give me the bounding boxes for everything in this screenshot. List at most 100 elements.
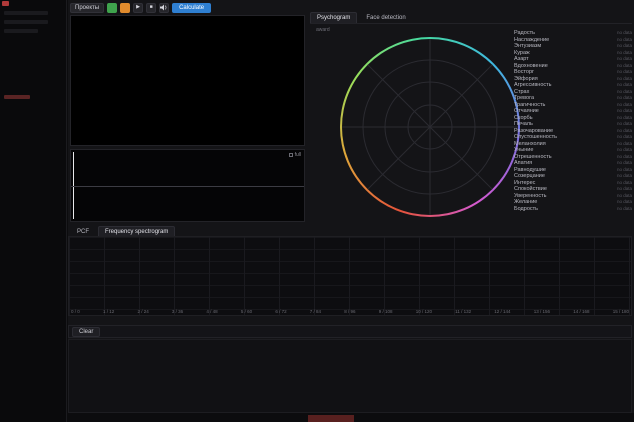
app-icon bbox=[2, 1, 9, 6]
emotion-label: Печаль bbox=[514, 121, 533, 127]
x-axis-tick-label: 12 / 144 bbox=[494, 309, 510, 314]
stop-icon: ■ bbox=[150, 5, 153, 10]
emotions-list: Радость no data Наслаждение no data Энту… bbox=[514, 30, 632, 212]
waveform-baseline bbox=[71, 186, 304, 187]
x-axis-tick-label: 6 / 72 bbox=[275, 309, 286, 314]
emotion-value: no data bbox=[617, 82, 632, 87]
x-axis-tick-label: 4 / 48 bbox=[206, 309, 217, 314]
waveform-zoom-control[interactable]: full bbox=[289, 152, 301, 158]
chart-corner-label: award bbox=[316, 27, 330, 33]
emotion-value: no data bbox=[617, 128, 632, 133]
emotion-value: no data bbox=[617, 199, 632, 204]
frequency-spectrogram[interactable]: 0 / 0 1 / 12 2 / 24 3 / 36 4 / 48 5 / 60… bbox=[68, 236, 632, 316]
emotion-value: no data bbox=[617, 95, 632, 100]
emotion-label: Отрешенность bbox=[514, 154, 552, 160]
psychogram-grid bbox=[340, 37, 520, 217]
emotion-label: Апатия bbox=[514, 160, 532, 166]
status-strip bbox=[308, 415, 354, 422]
emotion-label: Уверенность bbox=[514, 193, 547, 199]
emotion-value: no data bbox=[617, 134, 632, 139]
emotion-value: no data bbox=[617, 160, 632, 165]
emotion-value: no data bbox=[617, 154, 632, 159]
emotion-label: Восторг bbox=[514, 69, 534, 75]
emotion-value: no data bbox=[617, 121, 632, 126]
emotion-label: Страх bbox=[514, 89, 529, 95]
emotion-value: no data bbox=[617, 173, 632, 178]
emotion-label: Опустошенность bbox=[514, 134, 557, 140]
emotion-label: Разочарование bbox=[514, 128, 553, 134]
emotion-value: no data bbox=[617, 56, 632, 61]
spectrogram-x-axis: 0 / 0 1 / 12 2 / 24 3 / 36 4 / 48 5 / 60… bbox=[71, 309, 629, 314]
psychogram-chart bbox=[340, 37, 520, 217]
audio-waveform[interactable]: full bbox=[70, 149, 305, 222]
x-axis-tick-label: 9 / 108 bbox=[379, 309, 393, 314]
emotion-label: Уныние bbox=[514, 147, 533, 153]
x-axis-tick-label: 7 / 84 bbox=[310, 309, 321, 314]
log-panel bbox=[68, 339, 632, 413]
emotion-value: no data bbox=[617, 108, 632, 113]
emotion-value: no data bbox=[617, 193, 632, 198]
x-axis-tick-label: 10 / 120 bbox=[416, 309, 432, 314]
emotion-value: no data bbox=[617, 37, 632, 42]
emotion-label: Вдохновение bbox=[514, 63, 548, 69]
tab-face-detection[interactable]: Face detection bbox=[359, 12, 412, 23]
play-button[interactable]: ▶ bbox=[133, 3, 143, 13]
app-window: Проекты ▶ ■ Calculate full bbox=[0, 0, 634, 422]
checkbox-icon bbox=[289, 153, 293, 157]
emotion-value: no data bbox=[617, 30, 632, 35]
projects-button[interactable]: Проекты bbox=[70, 3, 104, 13]
emotion-label: Спокойствие bbox=[514, 186, 547, 192]
emotion-label: Кураж bbox=[514, 50, 530, 56]
stop-button[interactable]: ■ bbox=[146, 3, 156, 13]
tab-psychogram[interactable]: Psychogram bbox=[310, 12, 357, 23]
x-axis-tick-label: 11 / 132 bbox=[455, 309, 471, 314]
x-axis-tick-label: 13 / 156 bbox=[534, 309, 550, 314]
sidebar bbox=[0, 0, 67, 422]
emotion-value: no data bbox=[617, 63, 632, 68]
snapshot-button[interactable] bbox=[107, 3, 117, 13]
x-axis-tick-label: 15 / 180 bbox=[613, 309, 629, 314]
x-axis-tick-label: 2 / 24 bbox=[137, 309, 148, 314]
volume-button[interactable] bbox=[159, 3, 169, 13]
emotion-value: no data bbox=[617, 141, 632, 146]
sidebar-item[interactable] bbox=[4, 11, 48, 15]
emotion-value: no data bbox=[617, 186, 632, 191]
volume-icon bbox=[160, 4, 168, 11]
emotion-value: no data bbox=[617, 147, 632, 152]
video-preview bbox=[70, 15, 305, 146]
toolbar: Проекты ▶ ■ Calculate bbox=[70, 2, 211, 13]
clear-button[interactable]: Clear bbox=[72, 327, 100, 337]
record-button[interactable] bbox=[120, 3, 130, 13]
emotion-value: no data bbox=[617, 180, 632, 185]
calculate-button[interactable]: Calculate bbox=[172, 3, 211, 13]
emotion-label: Равнодушие bbox=[514, 167, 546, 173]
emotion-value: no data bbox=[617, 89, 632, 94]
emotion-label: Эйфория bbox=[514, 76, 538, 82]
emotion-label: Интерес bbox=[514, 180, 535, 186]
emotion-value: no data bbox=[617, 167, 632, 172]
analysis-panel: Psychogram Face detection award bbox=[308, 12, 634, 222]
emotion-label: Бодрость bbox=[514, 206, 538, 212]
emotion-label: Отчаяние bbox=[514, 108, 539, 114]
sidebar-item[interactable] bbox=[4, 29, 38, 33]
sidebar-item-active[interactable] bbox=[4, 95, 30, 99]
emotion-label: Азарт bbox=[514, 56, 529, 62]
emotion-label: Созерцание bbox=[514, 173, 545, 179]
clear-bar: Clear bbox=[68, 325, 632, 338]
emotion-label: Энтузиазм bbox=[514, 43, 541, 49]
play-icon: ▶ bbox=[136, 5, 140, 10]
x-axis-tick-label: 5 / 60 bbox=[241, 309, 252, 314]
emotion-value: no data bbox=[617, 69, 632, 74]
main-area: Проекты ▶ ■ Calculate full bbox=[68, 0, 634, 413]
emotion-label: Наслаждение bbox=[514, 37, 549, 43]
x-axis-tick-label: 3 / 36 bbox=[172, 309, 183, 314]
emotion-value: no data bbox=[617, 50, 632, 55]
analysis-tabs: Psychogram Face detection bbox=[310, 12, 632, 24]
emotion-row: Бодрость no data bbox=[514, 206, 632, 213]
emotion-value: no data bbox=[617, 76, 632, 81]
emotion-label: Тревога bbox=[514, 95, 534, 101]
waveform-full-label: full bbox=[295, 152, 301, 158]
x-axis-tick-label: 8 / 96 bbox=[344, 309, 355, 314]
sidebar-item[interactable] bbox=[4, 20, 48, 24]
emotion-value: no data bbox=[617, 102, 632, 107]
